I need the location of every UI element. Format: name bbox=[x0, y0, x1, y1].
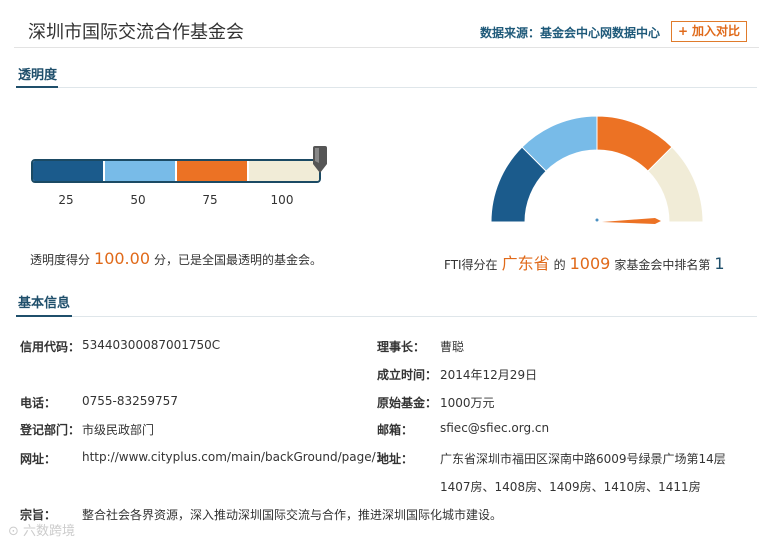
tick-100: 100 bbox=[270, 193, 294, 207]
bar-segment-25 bbox=[33, 161, 105, 181]
address-label: 地址： bbox=[377, 452, 414, 466]
transparency-score-text: 透明度得分 100.00 分，已是全国最透明的基金会。 bbox=[30, 249, 322, 268]
section-underline bbox=[16, 315, 72, 317]
score-value: 100.00 bbox=[94, 249, 150, 268]
founded-label: 成立时间： bbox=[377, 368, 438, 382]
fti-rank-text: FTI得分在 广东省的 1009 家基金会中排名第 1 bbox=[444, 250, 725, 274]
tick-50: 50 bbox=[130, 193, 146, 207]
email-label: 邮箱： bbox=[377, 423, 414, 437]
section-underline bbox=[16, 86, 58, 88]
foundation-count: 1009 bbox=[569, 254, 611, 273]
credit-code-value: 53440300087001750C bbox=[82, 338, 221, 352]
bar-segment-100 bbox=[249, 161, 319, 181]
chairman-value: 曹聪 bbox=[440, 340, 465, 354]
province-name: 广东省 bbox=[501, 254, 550, 273]
transparency-bar bbox=[31, 159, 321, 183]
add-to-compare-button[interactable]: + 加入对比 bbox=[671, 21, 747, 42]
credit-code-label: 信用代码： bbox=[20, 340, 81, 354]
org-name: 深圳市国际交流合作基金会 bbox=[28, 22, 244, 43]
founded-value: 2014年12月29日 bbox=[440, 368, 538, 382]
fti-mid1: 的 bbox=[553, 258, 566, 272]
page-header: 深圳市国际交流合作基金会 数据来源：基金会中心网数据中心 + 加入对比 bbox=[14, 8, 759, 48]
gauge-pivot bbox=[595, 218, 599, 222]
address-line-2: 1407房、1408房、1409房、1410房、1411房 bbox=[440, 480, 701, 494]
score-prefix: 透明度得分 bbox=[30, 253, 91, 267]
chairman-label: 理事长： bbox=[377, 340, 426, 354]
watermark: ⊙ 六数跨境 bbox=[8, 524, 76, 539]
section-title-basic-info: 基本信息 bbox=[18, 296, 71, 311]
email-link[interactable]: sfiec@sfiec.org.cn bbox=[440, 421, 549, 435]
gauge-needle bbox=[602, 218, 661, 224]
website-link[interactable]: http://www.cityplus.com/main/backGround/… bbox=[82, 450, 383, 464]
purpose-value: 整合社会各界资源，深入推动深圳国际交流与合作，推进深圳国际化城市建设。 bbox=[82, 508, 503, 522]
score-suffix: 分，已是全国最透明的基金会。 bbox=[154, 253, 323, 267]
data-source: 数据来源：基金会中心网数据中心 bbox=[480, 26, 661, 40]
rank-value: 1 bbox=[714, 254, 725, 273]
fund-value: 1000万元 bbox=[440, 396, 495, 410]
phone-value: 0755-83259757 bbox=[82, 394, 178, 408]
dept-label: 登记部门： bbox=[20, 423, 81, 437]
bar-segment-75 bbox=[177, 161, 249, 181]
fund-label: 原始基金： bbox=[377, 396, 438, 410]
plus-icon: + bbox=[677, 24, 689, 38]
tick-25: 25 bbox=[58, 193, 74, 207]
fti-prefix: FTI得分在 bbox=[444, 258, 498, 272]
section-divider bbox=[16, 316, 757, 317]
section-divider bbox=[16, 87, 757, 88]
fti-mid2: 家基金会中排名第 bbox=[614, 258, 711, 272]
score-marker-icon bbox=[313, 146, 327, 173]
website-label: 网址： bbox=[20, 452, 57, 466]
dept-value: 市级民政部门 bbox=[82, 423, 155, 437]
phone-label: 电话： bbox=[20, 396, 57, 410]
bar-segment-50 bbox=[105, 161, 177, 181]
watermark-text: 六数跨境 bbox=[23, 524, 76, 539]
section-title-transparency: 透明度 bbox=[18, 68, 58, 83]
add-to-compare-label: 加入对比 bbox=[692, 24, 741, 38]
tick-75: 75 bbox=[202, 193, 218, 207]
fti-gauge bbox=[490, 115, 704, 224]
address-line-1: 广东省深圳市福田区深南中路6009号绿景广场第14层 bbox=[440, 452, 726, 466]
